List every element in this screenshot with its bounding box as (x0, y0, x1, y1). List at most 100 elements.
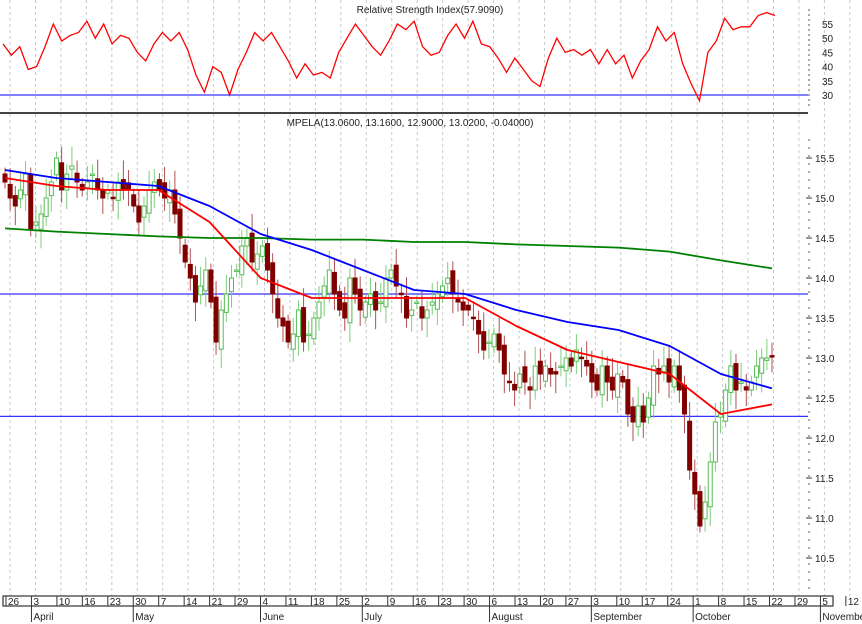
candle-body (738, 381, 744, 384)
price-title: MPELA(13.0600, 13.1600, 12.9000, 13.0200… (287, 118, 534, 129)
candle-body (244, 237, 250, 247)
candle (23, 161, 29, 211)
candle-body (584, 359, 590, 367)
price-tick-label: 15.5 (815, 154, 835, 165)
candle-body (651, 365, 657, 406)
price-tick-label: 11.5 (815, 474, 834, 485)
candle-body (537, 360, 543, 375)
candle (692, 459, 698, 510)
candle-body (331, 271, 337, 295)
candle (131, 188, 137, 213)
candle (563, 345, 569, 387)
candle (249, 214, 255, 272)
date-label: 26 (8, 597, 20, 608)
date-label: 11 (288, 597, 299, 608)
date-label: 8 (721, 597, 727, 608)
candle-body (265, 243, 271, 271)
candle (537, 348, 543, 390)
candle (43, 178, 49, 226)
candle-body (759, 357, 765, 374)
candle-body (311, 317, 317, 340)
candle (496, 318, 502, 363)
slow-moving-average-line (4, 227, 773, 270)
date-label: 24 (670, 597, 682, 608)
candle (254, 241, 260, 286)
candle (491, 327, 497, 354)
candle (440, 279, 446, 303)
candle (584, 341, 590, 376)
candle (17, 170, 23, 209)
candle (620, 370, 626, 389)
month-label: October (695, 612, 731, 623)
candle-body (501, 344, 507, 375)
candle-body (326, 269, 332, 294)
candle-body (486, 341, 492, 344)
candle-body (43, 197, 49, 217)
date-label: 13 (517, 597, 529, 608)
rsi-tick-label: 45 (822, 48, 834, 59)
candle-body (295, 309, 301, 337)
candle (486, 329, 492, 359)
date-label: 30 (135, 597, 147, 608)
candle-body (712, 421, 718, 463)
candle (244, 228, 250, 266)
candle-body (440, 285, 446, 297)
candle (424, 300, 430, 338)
candle-body (553, 371, 559, 375)
candle (630, 397, 636, 442)
candle-body (625, 379, 631, 415)
candle-body (460, 301, 466, 311)
candle-body (115, 181, 121, 201)
date-label: 9 (390, 597, 396, 608)
rsi-tick-label: 35 (822, 77, 834, 88)
candle (723, 383, 729, 428)
rsi-title: Relative Strength Index(57.9090) (357, 5, 504, 16)
candle-body (692, 471, 698, 495)
candle-body (306, 333, 312, 336)
candle-body (90, 173, 96, 176)
candle (558, 346, 564, 377)
candle (748, 375, 754, 397)
candle-body (589, 363, 595, 383)
candle-body (429, 301, 435, 306)
rsi-tick-label: 40 (822, 63, 834, 74)
date-label: 17 (644, 597, 656, 608)
candle (383, 265, 389, 323)
candle (522, 350, 528, 395)
candle-body (84, 181, 90, 189)
date-label: 23 (441, 597, 453, 608)
candle-body (532, 365, 538, 391)
candle-body (445, 277, 451, 285)
candle (331, 259, 337, 310)
candle-body (38, 213, 44, 230)
candle (311, 311, 317, 346)
candle-body (208, 269, 214, 303)
candle (645, 391, 651, 424)
price-tick-label: 12.0 (815, 434, 835, 445)
candle-body (373, 291, 379, 311)
candle (702, 486, 708, 532)
price-tick-label: 10.5 (815, 554, 835, 565)
candle (100, 177, 106, 214)
candle-body (481, 331, 487, 351)
date-label: 29 (237, 597, 249, 608)
candle-body (259, 245, 265, 257)
month-label: June (263, 612, 285, 623)
candle-body (234, 269, 240, 272)
date-label: 10 (619, 597, 631, 608)
date-label: 7 (161, 597, 167, 608)
candle-body (409, 309, 415, 317)
date-label: 5 (822, 597, 828, 608)
candle (172, 170, 178, 224)
candle (419, 290, 425, 331)
candle (512, 371, 518, 406)
candle-body (599, 365, 605, 396)
candle-body (645, 397, 651, 418)
candle (316, 286, 322, 331)
candle (53, 151, 59, 182)
candle-body (17, 189, 23, 200)
candle-body (53, 157, 59, 176)
candle-body (465, 304, 471, 311)
candle-body (424, 309, 430, 319)
candle-body (687, 420, 693, 471)
